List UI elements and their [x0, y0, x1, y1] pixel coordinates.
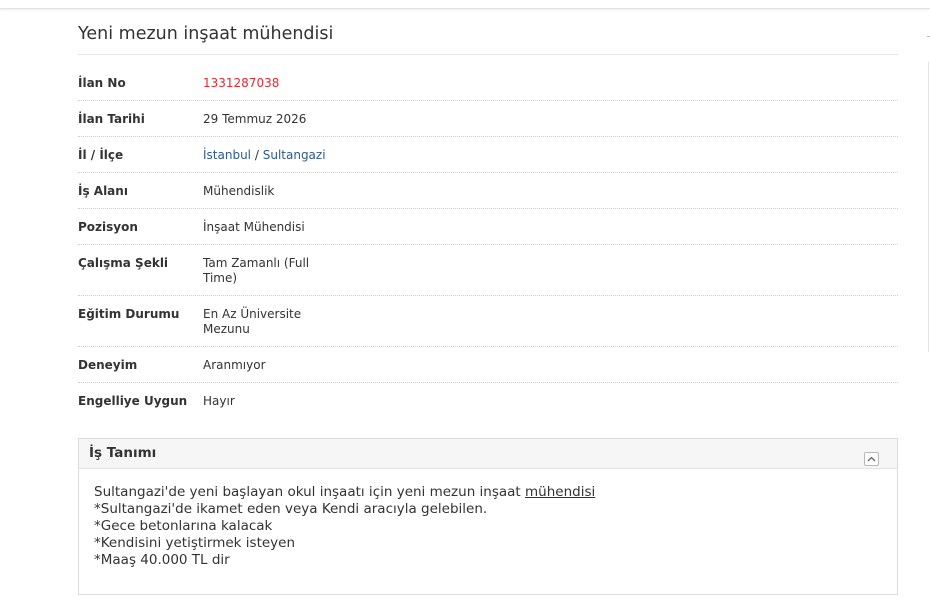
pozisyon-value: İnşaat Mühendisi	[203, 220, 305, 234]
is-alani-value: Mühendislik	[203, 184, 275, 198]
job-description-body: Sultangazi'de yeni başlayan okul inşaatı…	[79, 469, 897, 569]
info-row-deneyim: Deneyim Aranmıyor	[78, 347, 898, 383]
calisma-sekli-value: Tam Zamanlı (Full Time)	[203, 256, 310, 285]
description-line-1-text: Sultangazi'de yeni başlayan okul inşaatı…	[94, 484, 526, 500]
il-ilce-label: İl / İlçe	[78, 148, 124, 162]
page-title: Yeni mezun inşaat mühendisi	[78, 10, 898, 55]
pozisyon-label: Pozisyon	[78, 220, 138, 234]
info-row-pozisyon: Pozisyon İnşaat Mühendisi	[78, 209, 898, 245]
deneyim-label: Deneyim	[78, 358, 138, 372]
egitim-durumu-value: En Az Üniversite Mezunu	[203, 307, 302, 336]
info-row-calisma-sekli: Çalışma Şekli Tam Zamanlı (Full Time)	[78, 245, 898, 296]
description-line-5: *Maaş 40.000 TL dir	[94, 552, 230, 568]
info-row-ilan-no: İlan No 1331287038	[78, 65, 898, 101]
is-alani-label: İş Alanı	[78, 184, 128, 198]
description-line-3: *Gece betonlarına kalacak	[94, 518, 273, 534]
ilan-tarihi-value: 29 Temmuz 2026	[203, 112, 307, 126]
info-row-ilan-tarihi: İlan Tarihi 29 Temmuz 2026	[78, 101, 898, 137]
il-ilce-value: İstanbul / Sultangazi	[203, 148, 326, 163]
info-row-engelliye-uygun: Engelliye Uygun Hayır	[78, 383, 898, 419]
job-description-title: İş Tanımı	[89, 445, 157, 461]
engelliye-uygun-label: Engelliye Uygun	[78, 394, 188, 408]
deneyim-value: Aranmıyor	[203, 358, 266, 372]
job-description-header: İş Tanımı	[79, 439, 897, 469]
location-separator: /	[254, 148, 259, 162]
highlighted-keyword[interactable]: mühendisi	[525, 484, 595, 500]
listing-info-list: İlan No 1331287038 İlan Tarihi 29 Temmuz…	[78, 65, 898, 419]
ilce-link[interactable]: Sultangazi	[263, 148, 326, 162]
info-row-is-alani: İş Alanı Mühendislik	[78, 173, 898, 209]
collapse-button[interactable]	[864, 452, 879, 466]
listing-detail-container: Yeni mezun inşaat mühendisi İlan No 1331…	[78, 10, 898, 595]
info-row-il-ilce: İl / İlçe İstanbul / Sultangazi	[78, 137, 898, 173]
engelliye-uygun-value: Hayır	[203, 394, 235, 408]
il-link[interactable]: İstanbul	[203, 148, 251, 162]
ilan-tarihi-label: İlan Tarihi	[78, 112, 145, 126]
top-navigation-bar	[0, 0, 930, 9]
ilan-no-value: 1331287038	[203, 76, 280, 90]
ilan-no-label: İlan No	[78, 76, 126, 90]
description-line-2: *Sultangazi'de ikamet eden veya Kendi ar…	[94, 501, 488, 517]
calisma-sekli-label: Çalışma Şekli	[78, 256, 169, 270]
description-line-4: *Kendisini yetiştirmek isteyen	[94, 535, 296, 551]
job-description-panel: İş Tanımı Sultangazi'de yeni başlayan ok…	[78, 438, 898, 595]
egitim-durumu-label: Eğitim Durumu	[78, 307, 180, 321]
description-line-1: Sultangazi'de yeni başlayan okul inşaatı…	[94, 484, 882, 501]
info-row-egitim-durumu: Eğitim Durumu En Az Üniversite Mezunu	[78, 296, 898, 347]
chevron-up-icon	[867, 456, 876, 462]
